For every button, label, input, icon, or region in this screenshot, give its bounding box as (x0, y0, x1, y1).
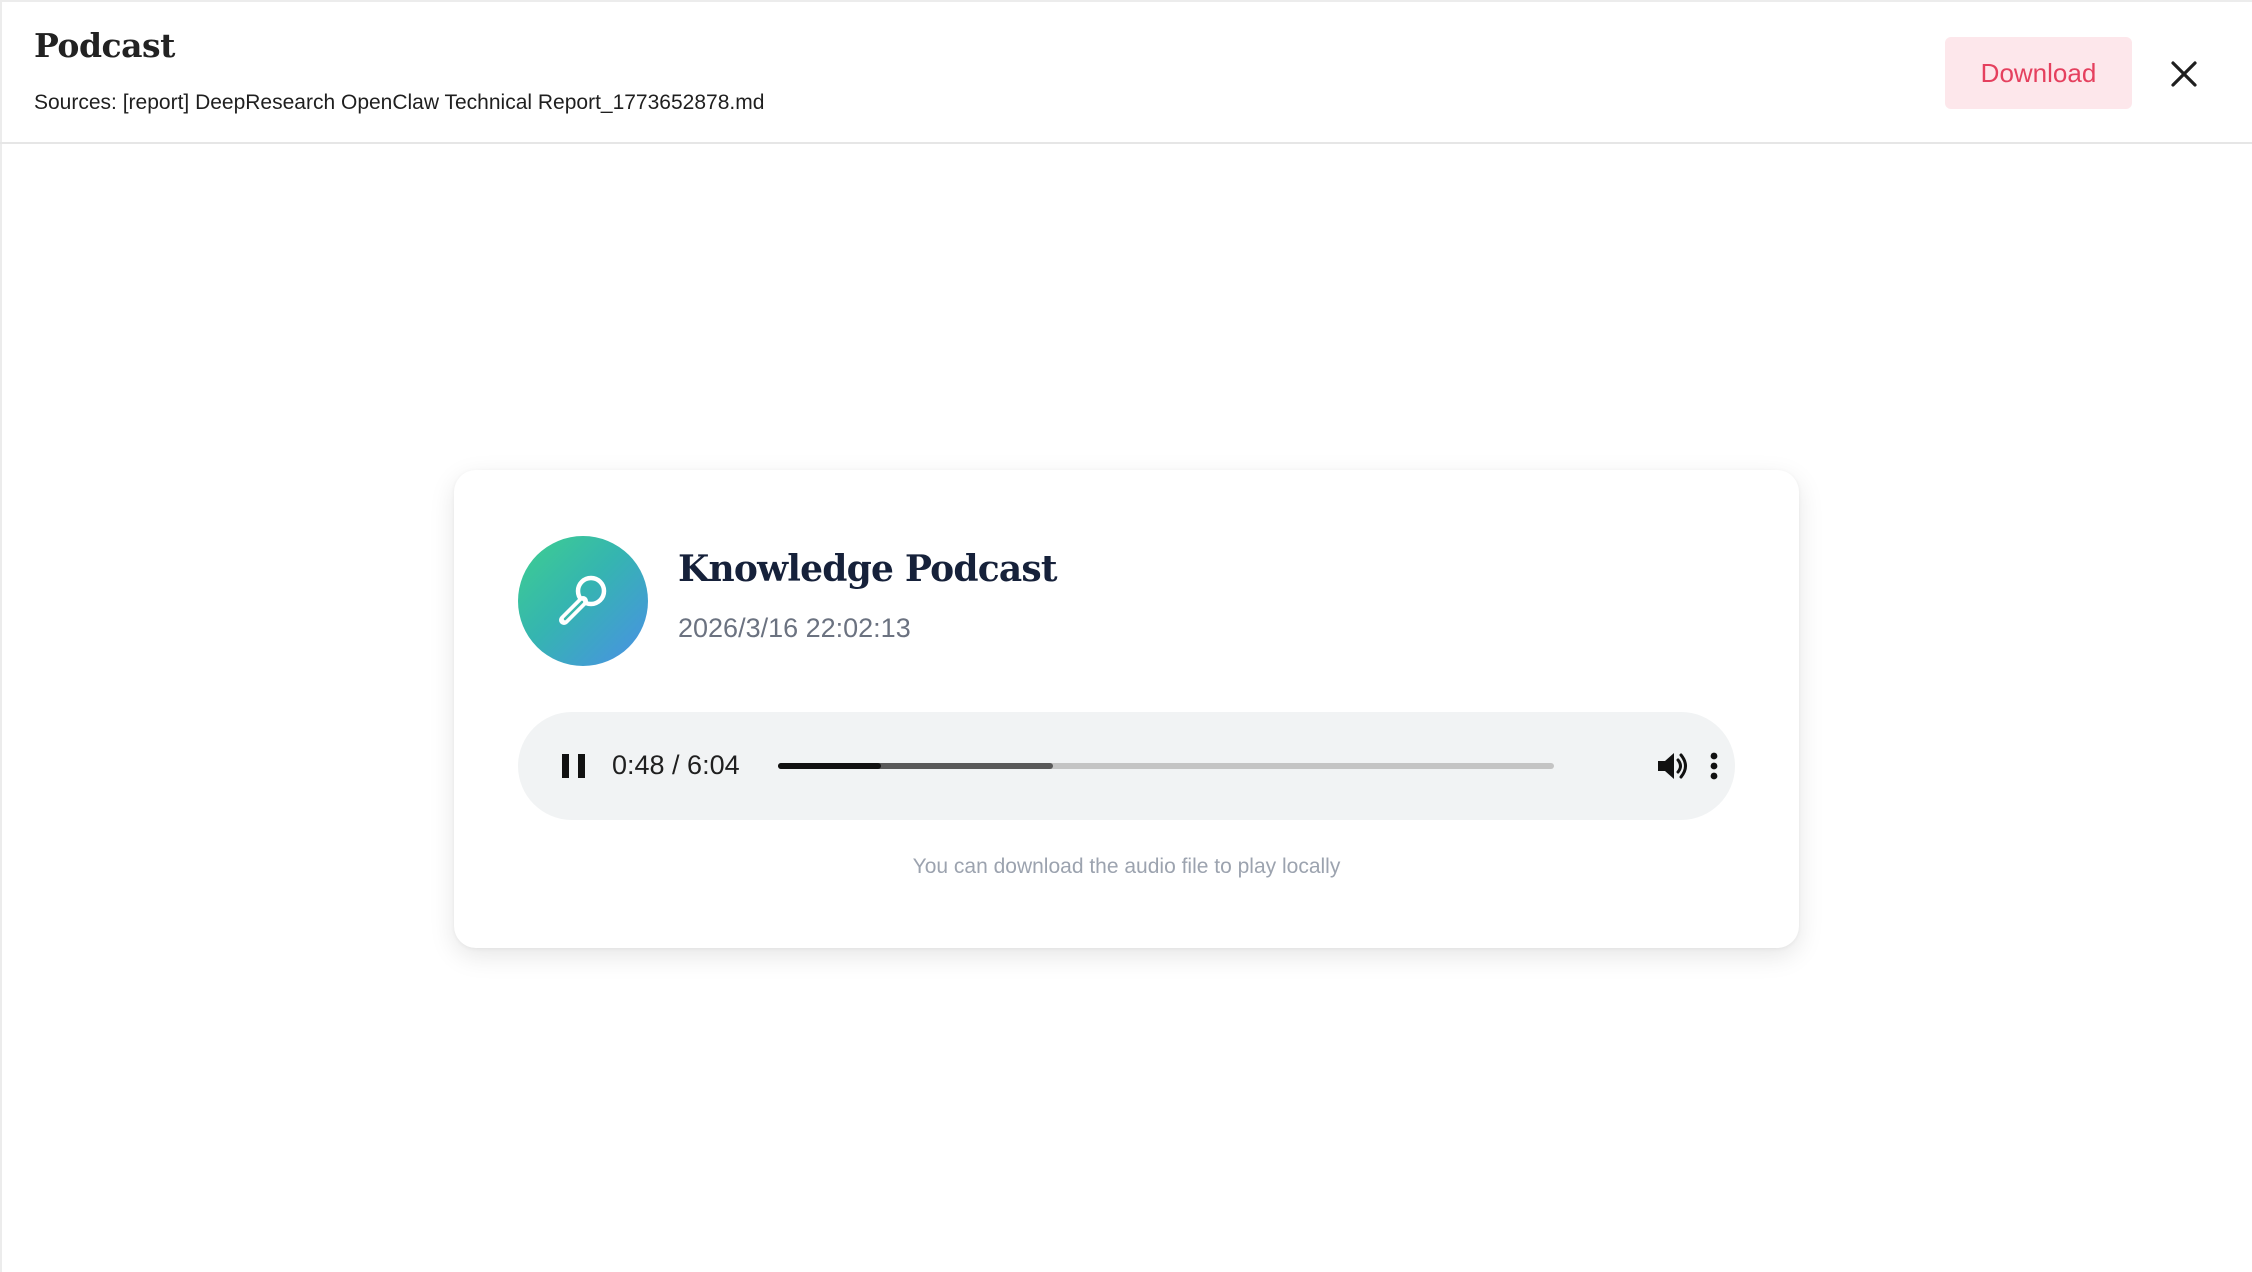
podcast-title: Knowledge Podcast (678, 548, 1057, 590)
played-bar (778, 763, 881, 769)
playback-time: 0:48 / 6:04 (612, 750, 740, 780)
more-vertical-icon (1710, 752, 1718, 780)
pause-button[interactable] (554, 746, 594, 786)
progress-slider[interactable] (778, 763, 1554, 769)
close-icon (2171, 61, 2197, 87)
podcast-avatar (518, 536, 648, 666)
podcast-date: 2026/3/16 22:02:13 (678, 613, 911, 643)
modal-header: Podcast Sources: [report] DeepResearch O… (0, 0, 2252, 144)
close-button[interactable] (2164, 54, 2204, 94)
page-title: Podcast (34, 26, 175, 65)
podcast-card: Knowledge Podcast 2026/3/16 22:02:13 0:4… (454, 470, 1799, 948)
audio-player: 0:48 / 6:04 (518, 712, 1735, 820)
sources-text: Sources: [report] DeepResearch OpenClaw … (34, 91, 765, 114)
microphone-icon (559, 575, 607, 625)
volume-icon (1658, 753, 1687, 779)
pause-icon (562, 754, 585, 778)
download-button[interactable]: Download (1945, 37, 2132, 109)
download-hint: You can download the audio file to play … (912, 855, 1341, 878)
volume-button[interactable] (1652, 746, 1692, 786)
more-options-button[interactable] (1694, 746, 1734, 786)
